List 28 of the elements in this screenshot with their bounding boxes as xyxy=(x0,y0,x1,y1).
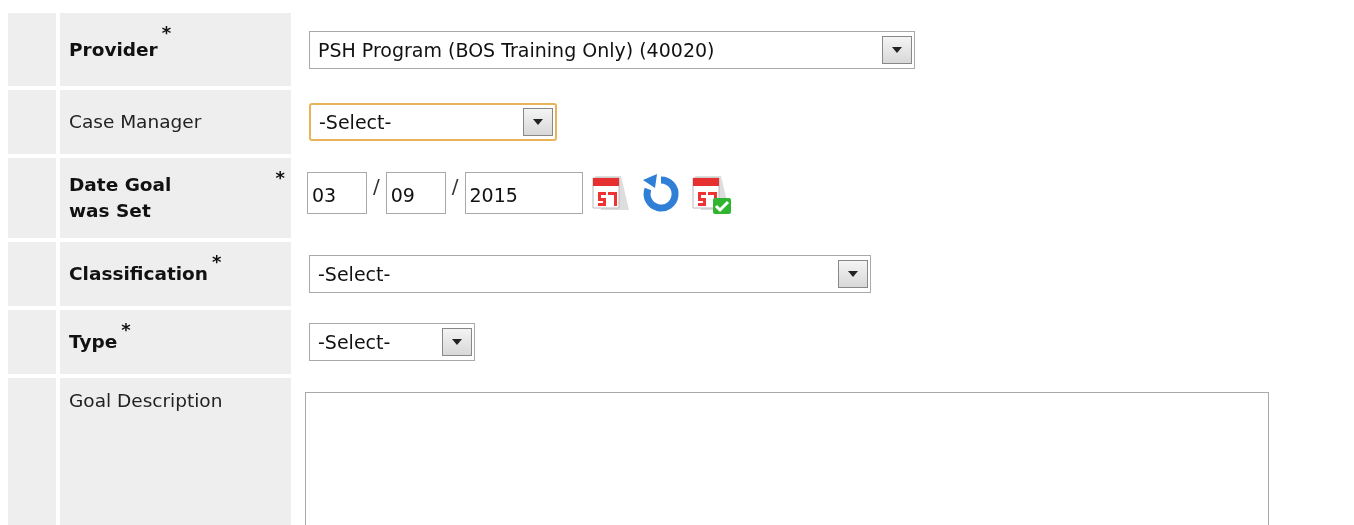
select-field[interactable]: -Select- xyxy=(309,255,871,293)
caret-icon xyxy=(891,45,903,54)
year-input[interactable]: 2015 xyxy=(464,172,583,214)
caret-icon xyxy=(532,118,544,126)
month-input[interactable]: 03 xyxy=(307,172,367,214)
dropdown-button[interactable] xyxy=(523,108,553,136)
textarea-field[interactable] xyxy=(305,392,1269,525)
field-label: Date Goal was Set xyxy=(69,173,173,223)
date-separator: / xyxy=(451,174,459,198)
select-field[interactable]: -Select- xyxy=(309,103,557,141)
dropdown-button[interactable] xyxy=(442,328,472,356)
date-separator: / xyxy=(373,174,380,198)
required-marker: * xyxy=(161,21,172,45)
select-field[interactable]: -Select- xyxy=(309,323,475,361)
caret-icon xyxy=(847,270,859,278)
dropdown-button[interactable] xyxy=(838,260,868,288)
field-label: Provider xyxy=(69,37,158,62)
field-label: Case Manager xyxy=(69,110,202,135)
field-label: Goal Description xyxy=(69,389,223,413)
required-marker: * xyxy=(212,250,222,274)
required-marker: * xyxy=(121,318,131,342)
select-field[interactable]: PSH Program (BOS Training Only) (40020) xyxy=(309,30,915,69)
field-label: Classification xyxy=(69,262,208,287)
required-marker: * xyxy=(275,166,285,190)
day-input[interactable]: 09 xyxy=(385,172,446,214)
dropdown-button[interactable] xyxy=(882,35,912,64)
caret-icon xyxy=(451,338,463,346)
field-label: Type xyxy=(69,330,118,355)
